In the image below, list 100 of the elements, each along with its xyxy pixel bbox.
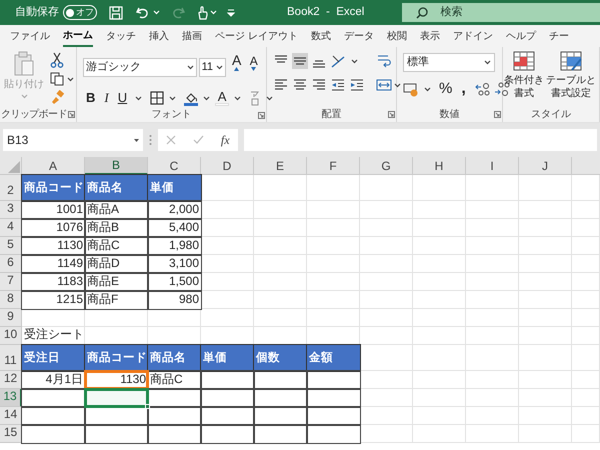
column-header[interactable]: D — [201, 157, 254, 175]
caret-icon[interactable] — [67, 76, 74, 82]
percent-style-button[interactable]: % — [436, 80, 456, 98]
row-header[interactable]: 11 — [0, 345, 22, 371]
cut-icon[interactable] — [50, 52, 64, 68]
column-header[interactable]: B — [85, 157, 148, 175]
dialog-launcher-icon[interactable] — [494, 111, 501, 118]
row-header[interactable]: 2 — [0, 175, 22, 201]
autosave-toggle[interactable]: オフ — [63, 5, 97, 20]
row-header[interactable]: 15 — [0, 425, 22, 443]
grid-cell — [413, 407, 466, 425]
format-as-table-button[interactable]: テーブルと 書式設定 — [546, 51, 596, 106]
column-header[interactable]: I — [466, 157, 519, 175]
grid-cell — [360, 407, 413, 425]
grid-cell — [413, 389, 466, 407]
number-format-field[interactable]: 標準 — [403, 53, 495, 72]
grid-cell — [572, 407, 600, 425]
ribbon-tab[interactable]: 数式 — [310, 25, 331, 47]
row-header[interactable]: 13 — [0, 389, 22, 407]
wrap-text-icon[interactable] — [376, 53, 392, 69]
font-color-button[interactable]: A — [215, 90, 230, 106]
insert-function-button[interactable]: fx — [220, 131, 230, 149]
ribbon-tab[interactable]: 校閲 — [386, 25, 407, 47]
ribbon-tab[interactable]: ファイル — [10, 25, 50, 47]
dialog-launcher-icon[interactable] — [388, 111, 395, 118]
search-icon[interactable] — [416, 6, 428, 18]
borders-icon[interactable] — [150, 91, 164, 105]
ribbon-tab[interactable]: 描画 — [182, 25, 202, 47]
font-name-field[interactable]: 游ゴシック — [83, 58, 197, 76]
grid-cell — [519, 425, 572, 443]
dialog-launcher-icon[interactable] — [68, 111, 75, 118]
customize-toolbar-icon[interactable] — [227, 8, 235, 16]
row-header[interactable]: 3 — [0, 201, 22, 219]
caret-icon[interactable] — [234, 96, 242, 100]
grid-cell — [519, 389, 572, 407]
column-header[interactable]: J — [519, 157, 572, 175]
caret-icon[interactable] — [266, 96, 274, 100]
ribbon-tab[interactable]: ページ レイアウト — [215, 25, 298, 47]
fill-color-icon[interactable] — [184, 90, 198, 106]
grid-cell — [307, 255, 360, 273]
splitter-handle-icon[interactable] — [149, 134, 152, 146]
table-cell: 商品名 — [85, 175, 148, 201]
increase-indent-icon[interactable] — [349, 77, 365, 93]
orientation-icon[interactable] — [330, 53, 346, 69]
column-header[interactable]: E — [254, 157, 307, 175]
name-box[interactable]: B13 — [3, 129, 143, 151]
comma-style-button[interactable]: , — [458, 80, 469, 98]
currency-format-icon[interactable] — [403, 81, 419, 97]
decrease-indent-icon[interactable] — [330, 77, 346, 93]
font-size-field[interactable]: 11 — [198, 58, 226, 76]
ribbon-tab[interactable]: ヘルプ — [506, 25, 536, 47]
formula-input-field[interactable] — [244, 129, 597, 151]
row-header[interactable]: 14 — [0, 407, 22, 425]
grid-cell — [413, 327, 466, 345]
row-header[interactable]: 8 — [0, 291, 22, 309]
ribbon-tab[interactable]: チー — [548, 25, 569, 47]
row-header[interactable]: 9 — [0, 309, 22, 327]
caret-icon[interactable] — [424, 86, 431, 92]
bold-button[interactable]: B — [83, 89, 98, 107]
column-header[interactable]: F — [307, 157, 360, 175]
grid-cell — [307, 175, 360, 201]
row-header[interactable]: 12 — [0, 371, 22, 389]
grid-cell — [360, 273, 413, 291]
ribbon-tab[interactable]: タッチ — [106, 25, 136, 47]
grow-font-button[interactable]: A — [230, 53, 244, 81]
ribbon-tab[interactable]: 挿入 — [149, 25, 169, 47]
dialog-launcher-icon[interactable] — [258, 112, 265, 119]
ribbon-tab[interactable]: アドイン — [452, 25, 493, 47]
ribbon-tab[interactable]: データ — [344, 25, 374, 47]
ribbon-tab[interactable]: 表示 — [420, 25, 440, 47]
caret-icon[interactable] — [135, 96, 142, 100]
middle-align-icon[interactable] — [292, 53, 308, 69]
underline-button[interactable]: U — [114, 89, 130, 107]
row-header[interactable]: 10 — [0, 327, 22, 345]
row-header[interactable]: 5 — [0, 237, 22, 255]
grid-cell — [201, 201, 254, 219]
row-header[interactable]: 6 — [0, 255, 22, 273]
search-field[interactable]: 検索 — [402, 3, 600, 22]
shrink-font-button[interactable]: A — [248, 55, 260, 79]
caret-icon[interactable] — [203, 96, 210, 100]
table-cell: 1149 — [22, 255, 85, 273]
conditional-formatting-button[interactable]: 条件付き 書式 — [504, 51, 544, 106]
caret-icon[interactable] — [169, 96, 176, 100]
grid-cell — [572, 291, 600, 309]
save-icon[interactable] — [109, 6, 123, 20]
grid-cell — [360, 201, 413, 219]
italic-button[interactable]: I — [101, 89, 112, 107]
row-header[interactable]: 7 — [0, 273, 22, 291]
column-header[interactable]: G — [360, 157, 413, 175]
caret-icon[interactable] — [394, 82, 401, 88]
caret-icon[interactable] — [351, 58, 358, 64]
increase-decimal-icon[interactable] — [474, 81, 491, 97]
copy-icon[interactable] — [50, 72, 64, 86]
hand-pointer-icon[interactable] — [196, 4, 208, 20]
merge-center-icon[interactable] — [376, 77, 392, 93]
caret-icon — [216, 64, 223, 70]
table-cell: 商品コード — [22, 175, 85, 201]
phonetic-guide-icon[interactable] — [249, 90, 262, 106]
column-header[interactable]: H — [413, 157, 466, 175]
row-header[interactable]: 4 — [0, 219, 22, 237]
